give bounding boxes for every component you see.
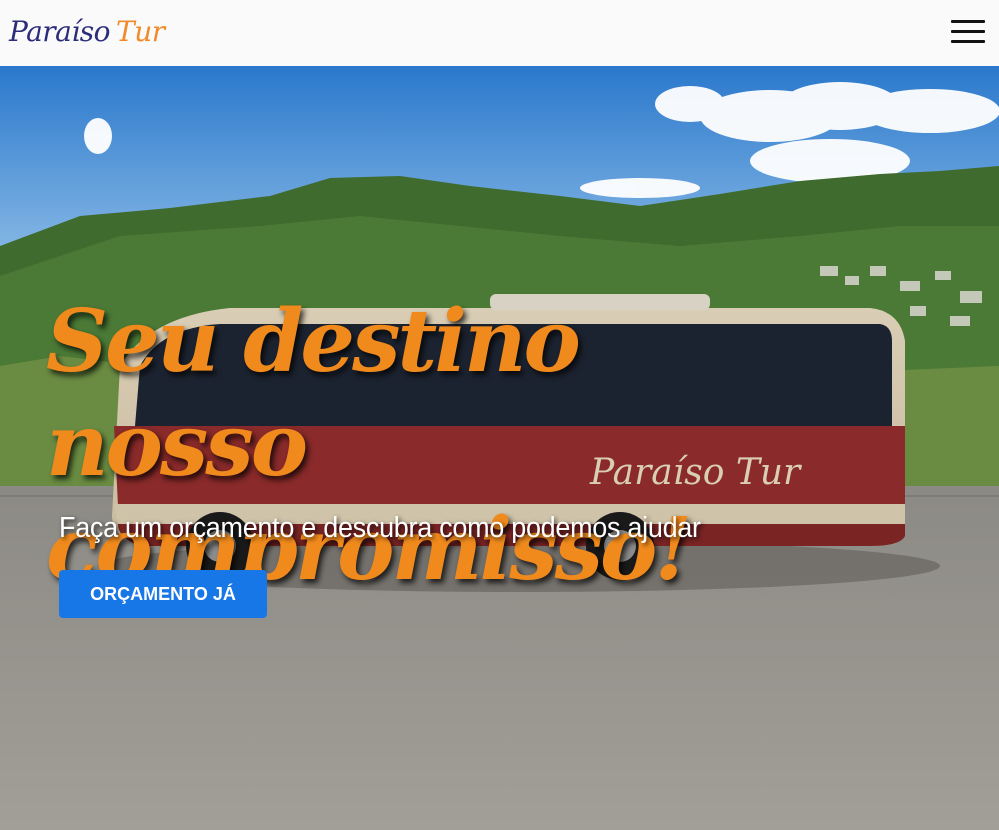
site-logo[interactable]: Paraíso Tur: [9, 12, 165, 52]
logo-text-primary: Paraíso: [9, 15, 111, 48]
hero-section: Paraíso Tur Seu destino nosso compromiss…: [0, 66, 999, 830]
hero-headline: Seu destino nosso compromisso!: [46, 291, 692, 600]
logo-text-accent: Tur: [116, 15, 165, 48]
hamburger-menu-icon[interactable]: [951, 18, 985, 46]
site-header: Paraíso Tur: [0, 0, 999, 66]
hero-subtitle: Faça um orçamento e descubra como podemo…: [59, 512, 701, 544]
quote-now-button[interactable]: ORÇAMENTO JÁ: [59, 570, 267, 618]
